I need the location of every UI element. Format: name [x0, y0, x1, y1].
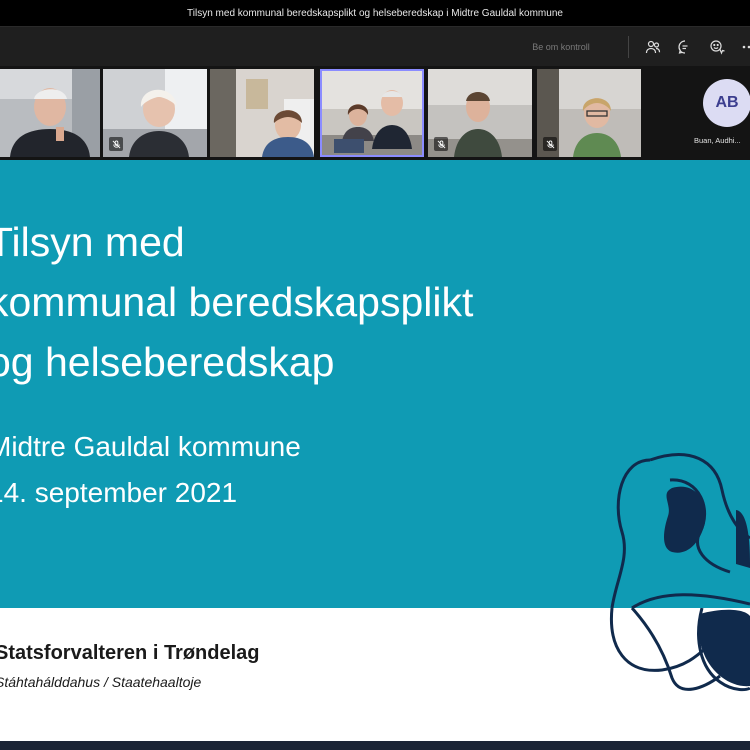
reactions-icon[interactable] — [705, 35, 729, 59]
meeting-toolbar: Be om kontroll — [0, 26, 750, 66]
muted-microphone-icon — [434, 137, 448, 151]
request-control-button[interactable]: Be om kontroll — [518, 37, 604, 57]
people-icon[interactable] — [641, 35, 665, 59]
muted-microphone-icon — [543, 137, 557, 151]
participant-video-tile-active[interactable] — [320, 69, 424, 157]
bottom-bar — [0, 741, 750, 750]
shared-slide: Tilsyn med kommunal beredskapsplikt og h… — [0, 160, 750, 608]
participant-video-tile[interactable] — [103, 69, 207, 157]
participant-name: Buan, Audhi... — [694, 136, 741, 145]
more-icon[interactable] — [737, 35, 750, 59]
chat-icon[interactable] — [673, 35, 697, 59]
participant-avatar-tile[interactable]: AB Buan, Audhi... — [648, 69, 750, 157]
participant-video-tile[interactable] — [210, 69, 314, 157]
toolbar-divider — [628, 36, 629, 58]
slide-footer: Statsforvalteren i Trøndelag Stáhtaháldd… — [0, 608, 750, 741]
muted-microphone-icon — [109, 137, 123, 151]
window-title-bar: Tilsyn med kommunal beredskapsplikt og h… — [0, 0, 750, 26]
participant-video-tile[interactable] — [0, 69, 100, 157]
window-title: Tilsyn med kommunal beredskapsplikt og h… — [187, 7, 563, 19]
avatar: AB — [703, 79, 750, 127]
decorative-face-graphic-lower — [609, 608, 750, 692]
participant-video-tile[interactable] — [428, 69, 532, 157]
participant-gallery: AB Buan, Audhi... — [0, 66, 750, 160]
decorative-face-graphic — [610, 453, 750, 608]
participant-video-tile[interactable] — [537, 69, 641, 157]
